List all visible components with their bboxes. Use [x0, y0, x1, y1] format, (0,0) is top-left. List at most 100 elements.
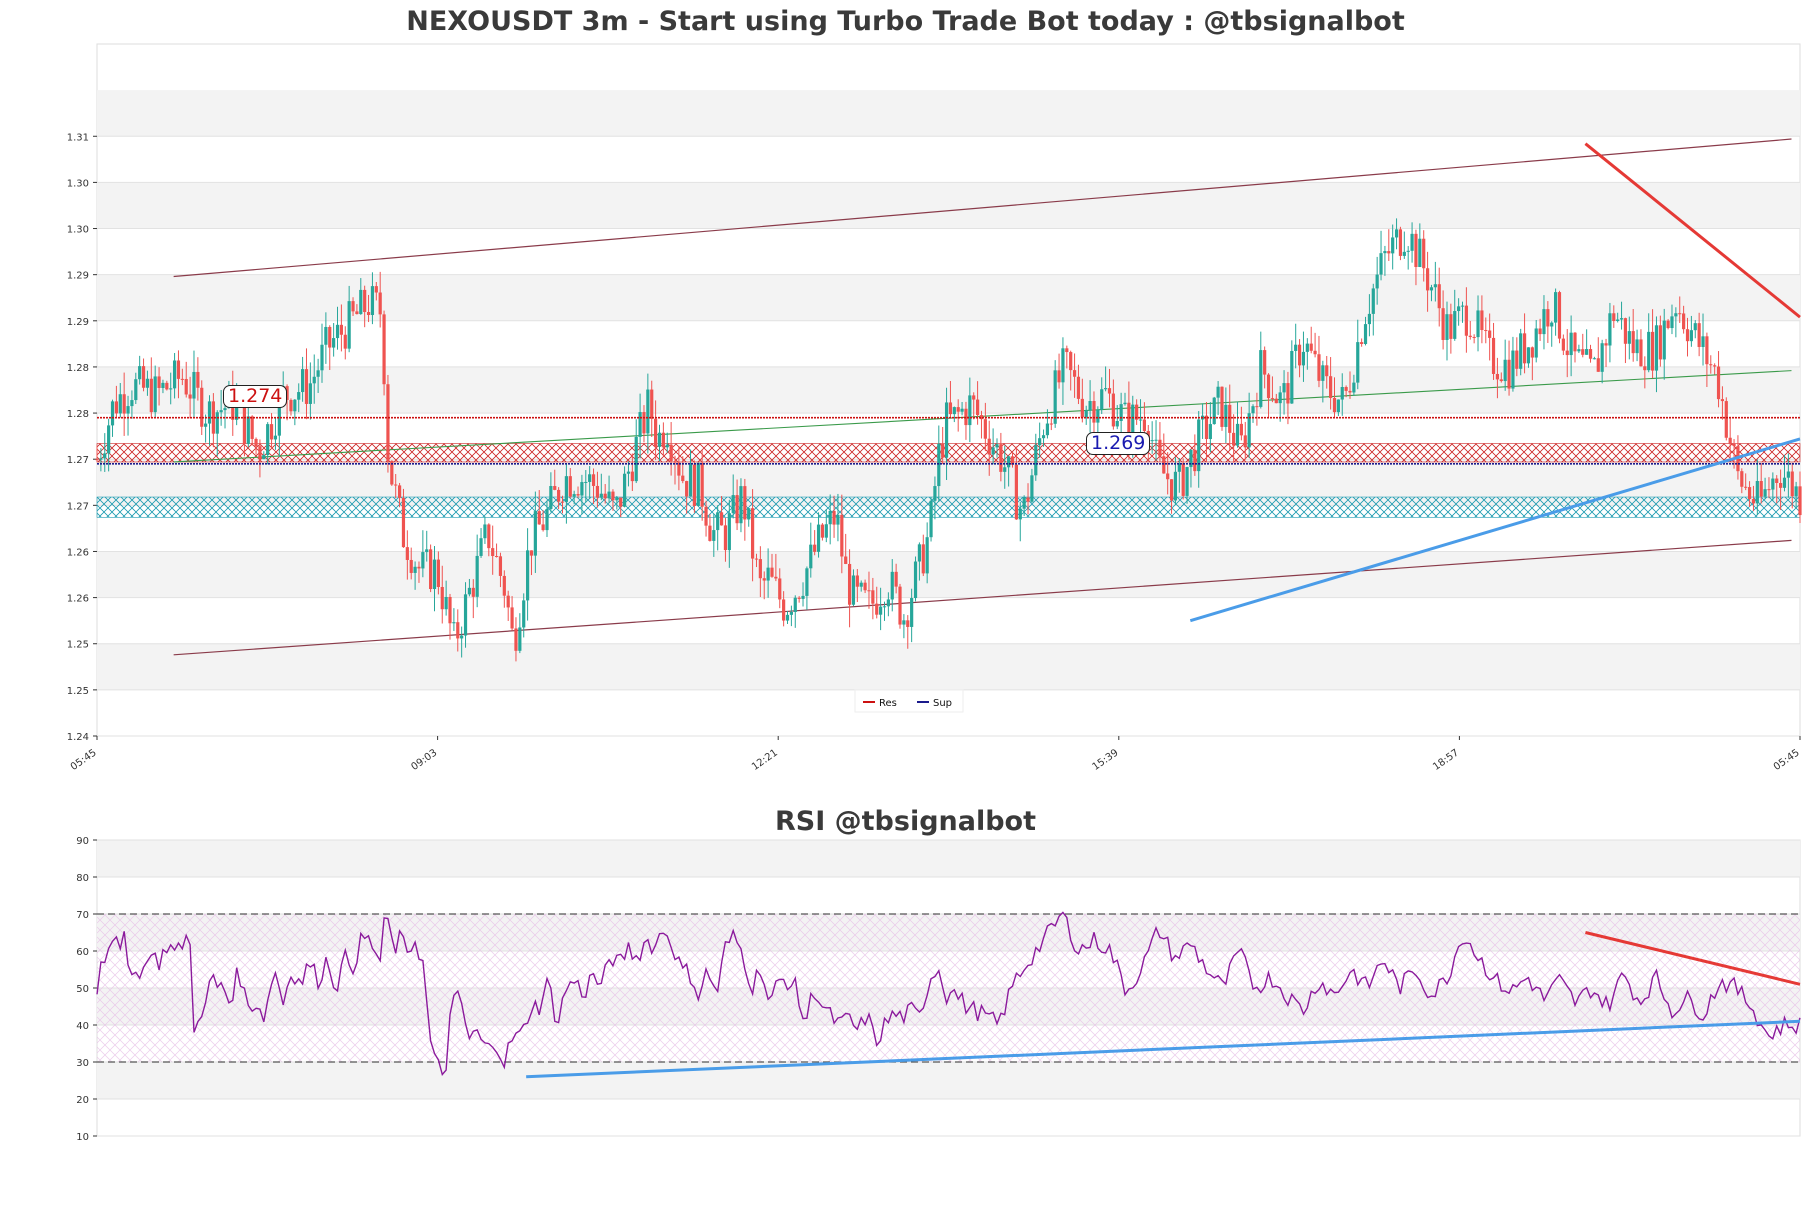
price-x-tick-label: 09:03 [409, 747, 439, 773]
price-candle [960, 408, 964, 412]
price-candle [432, 559, 437, 590]
price-candle [1363, 324, 1368, 344]
price-candle [910, 598, 914, 627]
price-candle [1069, 352, 1073, 371]
price-y-tick-label: 1.26 [67, 594, 89, 605]
price-candle [941, 443, 945, 458]
price-candle [448, 596, 452, 624]
price-candle [242, 402, 247, 444]
price-candle [1065, 348, 1069, 353]
price-candle [421, 552, 425, 569]
price-candle [525, 550, 530, 601]
price-candle [1522, 333, 1527, 364]
price-candle [879, 606, 883, 615]
price-candle [1286, 383, 1290, 404]
price-candle [1100, 389, 1104, 410]
rsi-grid-band [97, 1062, 1800, 1099]
price-candle [1022, 497, 1026, 509]
price-candle [1495, 373, 1500, 380]
price-candle [995, 444, 999, 448]
price-candle [1166, 473, 1170, 480]
price-candle [805, 568, 809, 596]
price-candle [1771, 478, 1775, 490]
price-candle [1251, 406, 1255, 414]
price-candle [1561, 338, 1565, 351]
price-candle [560, 501, 565, 503]
price-candle [1049, 423, 1053, 425]
price-candle [467, 587, 472, 595]
price-candle [1425, 268, 1430, 291]
price-candle [685, 481, 689, 497]
price-candle [176, 360, 181, 379]
price-candle [1278, 392, 1282, 404]
price-candle [316, 370, 320, 377]
price-candle [250, 416, 254, 439]
price-candle [1740, 471, 1744, 487]
price-candle [688, 464, 693, 497]
price-candle [1619, 318, 1624, 320]
price-candle [599, 493, 603, 498]
price-candle [1429, 287, 1434, 291]
price-candle [301, 369, 305, 393]
price-candle [704, 506, 708, 526]
price-candle [320, 344, 324, 371]
price-candle [529, 550, 534, 556]
price-candle [138, 366, 142, 380]
price-candle [1573, 332, 1577, 352]
price-candle [785, 614, 790, 621]
price-candle [165, 382, 169, 390]
rsi-neutral-band [97, 914, 1800, 1062]
price-candle [95, 459, 99, 461]
price-candle [1449, 314, 1453, 339]
price-candle [440, 586, 444, 610]
price-candle [1297, 344, 1302, 366]
price-candle [836, 514, 840, 525]
price-candle [1387, 251, 1391, 254]
price-candle [1503, 359, 1507, 382]
price-candle [157, 376, 161, 388]
price-candle [1301, 351, 1306, 366]
price-candle [510, 607, 514, 629]
price-candle [1484, 330, 1488, 332]
price-candle [487, 524, 491, 549]
price-candle [607, 491, 611, 499]
price-candle [1716, 366, 1721, 400]
price-candle [1588, 349, 1593, 359]
rsi-y-tick-label: 60 [76, 947, 89, 958]
price-candle [944, 402, 949, 458]
price-candle [1635, 339, 1639, 354]
price-candle [1499, 379, 1503, 382]
price-candle [626, 471, 631, 474]
price-candle [630, 471, 634, 482]
rsi-y-tick-label: 10 [76, 1132, 89, 1143]
chart-canvas: 1.24 1.25 1.25 1.26 1.26 1.27 1.27 1.28 1.28 1.29… [67, 43, 1802, 1143]
price-candle [1592, 358, 1596, 360]
price-candle [498, 556, 503, 576]
price-candle [522, 600, 526, 628]
price-candle [809, 544, 813, 569]
price-candle [1542, 309, 1546, 335]
price-candle [1212, 397, 1216, 425]
price-candle [1581, 349, 1585, 355]
price-candle [902, 620, 906, 625]
price-candle [584, 481, 588, 483]
price-candle [1647, 331, 1651, 371]
price-candle [1623, 318, 1628, 344]
price-candle [1515, 350, 1519, 369]
price-plot: 1.24 1.25 1.25 1.26 1.26 1.27 1.27 1.28 1.28 1.29… [67, 43, 1802, 773]
price-candle [1728, 437, 1732, 444]
price-candle [394, 484, 398, 486]
price-candle [1282, 383, 1286, 393]
price-candle [1464, 305, 1468, 336]
price-candle [1654, 325, 1659, 371]
price-candle [1169, 479, 1174, 501]
legend-label: Res [879, 698, 897, 709]
price-candle [1701, 336, 1705, 347]
price-candle [1371, 288, 1375, 314]
price-candle [983, 419, 987, 439]
price-candle [537, 511, 541, 525]
price-candle [1751, 499, 1756, 504]
price-candle [615, 497, 619, 501]
price-candle [681, 475, 685, 482]
price-candle [1713, 365, 1717, 367]
